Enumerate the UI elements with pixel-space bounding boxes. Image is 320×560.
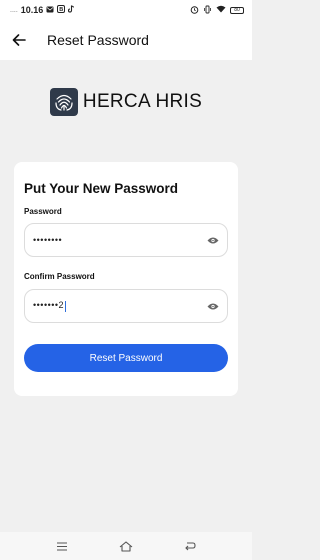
form-title: Put Your New Password <box>24 181 179 196</box>
battery-icon: 80 <box>230 6 244 14</box>
eye-icon[interactable] <box>207 300 219 312</box>
page-title: Reset Password <box>47 32 149 48</box>
battery-level: 80 <box>234 6 240 13</box>
password-field[interactable]: •••••••• <box>24 223 228 257</box>
home-icon <box>119 540 133 552</box>
system-nav-bar <box>0 532 252 560</box>
confirm-password-text: •••••••2 <box>33 300 65 311</box>
home-button[interactable] <box>116 536 136 556</box>
confirm-password-field[interactable]: •••••••2 <box>24 289 228 323</box>
back-nav-icon <box>185 542 196 551</box>
status-time: 10.16 <box>20 5 44 15</box>
confirm-password-value: •••••••2 <box>33 300 207 312</box>
signal-dots-icon: .... <box>10 6 18 14</box>
menu-lines-icon <box>57 541 67 551</box>
fingerprint-logo-icon <box>49 88 78 116</box>
alarm-icon <box>190 5 199 16</box>
text-caret <box>65 300 67 312</box>
app-header: Reset Password <box>0 20 252 60</box>
status-left: .... 10.16 B <box>10 5 75 15</box>
confirm-password-label: Confirm Password <box>24 272 95 281</box>
status-bar: .... 10.16 B 80 <box>0 0 252 20</box>
b-app-icon: B <box>57 5 66 15</box>
password-label: Password <box>24 207 62 216</box>
reset-password-card: Put Your New Password Password •••••••• … <box>14 162 238 396</box>
recent-apps-button[interactable] <box>52 536 72 556</box>
vibrate-icon <box>203 5 212 16</box>
wifi-icon <box>216 5 226 15</box>
mail-icon <box>46 5 54 15</box>
password-value: •••••••• <box>33 235 63 245</box>
logo-text: HERCA HRIS <box>82 91 203 112</box>
back-nav-button[interactable] <box>180 536 200 556</box>
eye-icon[interactable] <box>207 234 219 246</box>
arrow-left-icon <box>12 34 26 46</box>
app-logo: HERCA HRIS <box>0 88 252 116</box>
status-right: 80 <box>190 5 244 16</box>
back-button[interactable] <box>10 31 28 49</box>
svg-text:B: B <box>60 7 64 13</box>
tiktok-icon <box>68 5 75 15</box>
reset-password-button[interactable]: Reset Password <box>24 344 228 372</box>
